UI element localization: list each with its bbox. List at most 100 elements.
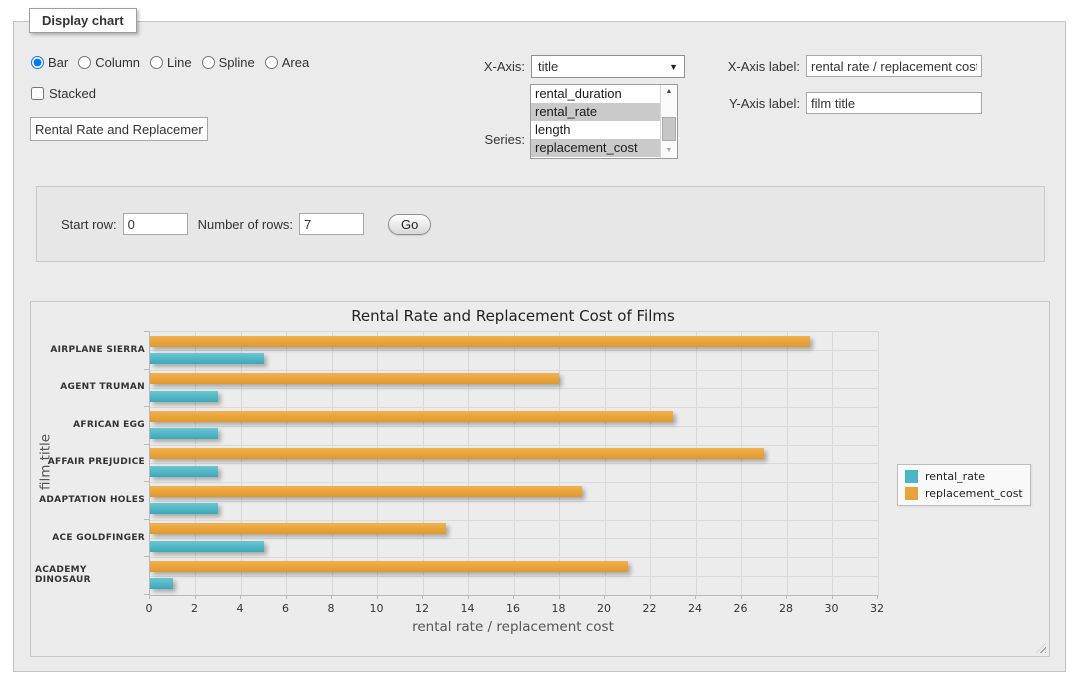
x-axis-tick <box>149 595 150 599</box>
series-options: rental_durationrental_ratelengthreplacem… <box>531 85 660 158</box>
x-axis-tick <box>695 595 696 599</box>
legend-label: replacement_cost <box>925 487 1023 500</box>
chart-type-option-bar: Bar <box>31 55 68 70</box>
scrollbar-track[interactable] <box>661 99 677 144</box>
bar-rental-rate <box>150 428 218 439</box>
x-tick-label: 8 <box>316 602 346 615</box>
bar-rental-rate <box>150 578 173 589</box>
gridline-horizontal <box>150 407 878 408</box>
category-label: AFFAIR PREJUDICE <box>35 444 145 482</box>
scrollbar-thumb[interactable] <box>662 117 676 141</box>
x-axis-tick <box>559 595 560 599</box>
x-tick-label: 2 <box>180 602 210 615</box>
num-rows-input[interactable] <box>299 213 364 235</box>
plot-area <box>149 331 879 596</box>
bar-replacement-cost <box>150 486 582 497</box>
y-axis-label-input[interactable] <box>806 92 982 114</box>
x-tick-label: 14 <box>453 602 483 615</box>
gridline-horizontal <box>150 501 878 502</box>
x-axis-tick <box>195 595 196 599</box>
bar-replacement-cost <box>150 523 446 534</box>
bar-replacement-cost <box>150 561 628 572</box>
x-axis-tick <box>422 595 423 599</box>
series-option-replacement_cost[interactable]: replacement_cost <box>531 139 660 157</box>
resize-handle-icon[interactable] <box>1036 643 1046 653</box>
bar-rental-rate <box>150 466 218 477</box>
legend-item-rental_rate[interactable]: rental_rate <box>905 470 1023 483</box>
category-label: AGENT TRUMAN <box>35 369 145 407</box>
x-axis-select[interactable]: title ▼ <box>531 55 685 78</box>
listbox-scrollbar[interactable]: ▲ ▼ <box>660 85 677 158</box>
chart-type-radio-column[interactable] <box>78 56 91 69</box>
category-label: AFRICAN EGG <box>35 406 145 444</box>
category-label: AIRPLANE SIERRA <box>35 331 145 369</box>
bar-replacement-cost <box>150 411 673 422</box>
x-tick-label: 16 <box>498 602 528 615</box>
chart-title-input[interactable] <box>30 117 208 141</box>
y-axis-tick <box>144 331 149 332</box>
chart-type-label: Bar <box>48 55 68 70</box>
y-axis-tick <box>144 556 149 557</box>
chart-type-radio-line[interactable] <box>150 56 163 69</box>
y-axis-tick <box>144 369 149 370</box>
chart-type-label: Area <box>282 55 309 70</box>
go-button[interactable]: Go <box>388 214 431 235</box>
bar-rental-rate <box>150 541 264 552</box>
x-tick-label: 22 <box>635 602 665 615</box>
legend-label: rental_rate <box>925 470 985 483</box>
chart-type-label: Column <box>95 55 140 70</box>
chart-legend: rental_rate replacement_cost <box>897 464 1031 506</box>
x-tick-label: 0 <box>134 602 164 615</box>
stacked-label: Stacked <box>49 86 96 101</box>
start-row-input[interactable] <box>123 213 188 235</box>
x-axis-tick <box>513 595 514 599</box>
x-axis-tick <box>468 595 469 599</box>
chart-type-option-spline: Spline <box>202 55 255 70</box>
bar-rental-rate <box>150 391 218 402</box>
x-axis-tick <box>240 595 241 599</box>
x-tick-label: 12 <box>407 602 437 615</box>
scroll-down-icon[interactable]: ▼ <box>661 144 677 158</box>
chart-type-option-area: Area <box>265 55 309 70</box>
x-tick-label: 6 <box>271 602 301 615</box>
chart-type-radio-spline[interactable] <box>202 56 215 69</box>
x-tick-label: 26 <box>726 602 756 615</box>
x-tick-label: 20 <box>589 602 619 615</box>
chart-type-options: BarColumnLineSplineArea <box>31 55 309 70</box>
x-axis-title: rental rate / replacement cost <box>149 619 877 635</box>
x-axis-tick <box>877 595 878 599</box>
x-axis-label-input[interactable] <box>806 55 982 77</box>
x-tick-label: 18 <box>544 602 574 615</box>
category-label: ACE GOLDFINGER <box>35 519 145 557</box>
bar-replacement-cost <box>150 448 764 459</box>
stacked-checkbox[interactable] <box>31 87 44 100</box>
x-axis-tick <box>331 595 332 599</box>
y-axis-tick <box>144 406 149 407</box>
x-axis-selected-value: title <box>538 59 558 74</box>
x-axis-tick <box>604 595 605 599</box>
series-listbox[interactable]: rental_durationrental_ratelengthreplacem… <box>530 84 678 159</box>
gridline-horizontal <box>150 445 878 446</box>
gridline-horizontal <box>150 538 878 539</box>
series-option-length[interactable]: length <box>531 121 660 139</box>
gridline-horizontal <box>150 426 878 427</box>
bar-rental-rate <box>150 353 264 364</box>
x-tick-label: 10 <box>362 602 392 615</box>
chart-type-radio-bar[interactable] <box>31 56 44 69</box>
category-label: ADAPTATION HOLES <box>35 481 145 519</box>
legend-item-replacement_cost[interactable]: replacement_cost <box>905 487 1023 500</box>
gridline-horizontal <box>150 520 878 521</box>
chart-type-radio-area[interactable] <box>265 56 278 69</box>
y-axis-tick <box>144 444 149 445</box>
bar-replacement-cost <box>150 336 810 347</box>
x-axis-tick <box>786 595 787 599</box>
chevron-down-icon: ▼ <box>669 62 678 72</box>
gridline-horizontal <box>150 370 878 371</box>
y-axis-tick <box>144 481 149 482</box>
series-option-rental_rate[interactable]: rental_rate <box>531 103 660 121</box>
scroll-up-icon[interactable]: ▲ <box>661 85 677 99</box>
bar-replacement-cost <box>150 373 559 384</box>
legend-swatch-replacement_cost <box>905 487 918 500</box>
series-option-rental_duration[interactable]: rental_duration <box>531 85 660 103</box>
gridline-horizontal <box>150 576 878 577</box>
